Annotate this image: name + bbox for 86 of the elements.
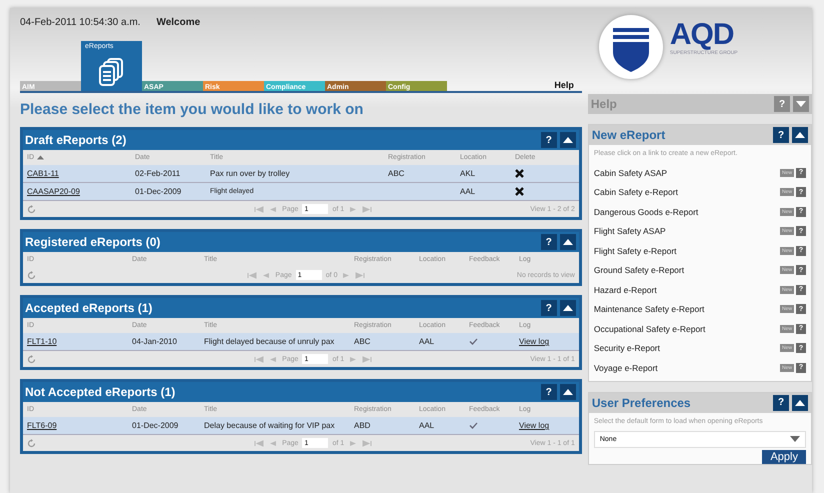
panel-title: New eReport (592, 128, 666, 142)
refresh-icon[interactable] (27, 354, 36, 364)
help-button[interactable]: ? (540, 384, 557, 400)
apply-button[interactable]: Apply (762, 450, 806, 464)
report-id-link[interactable]: CAB1-11 (27, 169, 59, 178)
previous-page-icon[interactable] (261, 272, 272, 278)
panel-title: Registered eReports (0) (25, 235, 160, 249)
collapse-icon[interactable] (560, 384, 576, 400)
view-log-link[interactable]: View log (519, 421, 550, 430)
table-cell: ABD (354, 421, 370, 430)
first-page-icon[interactable] (254, 356, 264, 362)
last-page-icon[interactable] (362, 356, 372, 362)
table-row[interactable]: FLT1-10 04-Jan-2010 Flight delayed because of unruly pax ABC AAL View log (23, 333, 579, 351)
previous-page-icon[interactable] (268, 206, 278, 212)
previous-page-icon[interactable] (268, 356, 278, 362)
first-page-icon[interactable] (254, 440, 264, 446)
last-page-icon[interactable] (355, 272, 366, 278)
table-cell: Delay because of waiting for VIP pax (204, 421, 335, 430)
panel-title: Help (590, 97, 617, 111)
help-button[interactable]: ? (540, 132, 557, 148)
report-type-link[interactable]: Voyage e-Report (594, 362, 780, 373)
next-page-icon[interactable] (348, 440, 358, 446)
table-row[interactable]: CAB1-11 02-Feb-2011 Pax run over by trolley ABC AKL (23, 165, 579, 183)
panel-title: Draft eReports (2) (25, 133, 126, 147)
report-type-link[interactable]: Cabin Safety ASAP (594, 168, 780, 178)
collapse-icon[interactable] (560, 234, 576, 250)
table-cell: AAL (460, 187, 476, 196)
report-type-link[interactable]: Occupational Safety e-Report (594, 324, 780, 334)
table-cell: ABC (388, 169, 404, 178)
help-link[interactable]: Help (554, 80, 574, 91)
report-id-link[interactable]: FLT6-09 (27, 421, 57, 430)
table-cell: 01-Dec-2009 (132, 421, 178, 430)
logo-name: AQD (670, 20, 734, 50)
refresh-icon[interactable] (27, 204, 36, 214)
report-type-link[interactable]: Ground Safety e-Report (594, 265, 780, 276)
table-cell: AAL (419, 337, 434, 346)
delete-icon[interactable] (515, 187, 524, 196)
help-button[interactable]: ? (773, 127, 789, 143)
shield-logo-icon (598, 14, 664, 80)
report-type-link[interactable]: Flight Safety e-Report (594, 246, 780, 256)
help-button[interactable]: ? (774, 96, 790, 112)
table-cell: AKL (460, 169, 476, 178)
report-id-link[interactable]: CAASAP20-09 (27, 187, 80, 196)
view-log-link[interactable]: View log (519, 337, 550, 346)
report-type-link[interactable]: Maintenance Safety e-Report (594, 304, 780, 314)
expand-icon[interactable] (793, 96, 809, 112)
previous-page-icon[interactable] (268, 440, 278, 446)
collapse-icon[interactable] (792, 394, 808, 410)
table-cell: Flight delayed because of unruly pax (204, 337, 334, 346)
table-cell: ABC (354, 337, 370, 346)
collapse-icon[interactable] (792, 127, 808, 143)
welcome-text: Welcome (156, 17, 200, 28)
table-cell: 04-Jan-2010 (132, 337, 177, 346)
table-cell: AAL (419, 421, 434, 430)
report-type-link[interactable]: Flight Safety ASAP (594, 226, 780, 236)
table-cell: Pax run over by trolley (210, 169, 290, 178)
help-button[interactable]: ? (540, 300, 557, 316)
collapse-icon[interactable] (560, 300, 576, 316)
next-page-icon[interactable] (348, 356, 358, 362)
first-page-icon[interactable] (254, 206, 264, 212)
report-type-link[interactable]: Security e-Report (594, 343, 780, 354)
panel-title: Not Accepted eReports (1) (25, 385, 176, 399)
report-type-link[interactable]: Dangerous Goods e-Report (594, 206, 780, 217)
dropdown-arrow-icon (790, 436, 800, 442)
help-button[interactable]: ? (773, 394, 789, 410)
report-type-link[interactable]: Hazard e-Report (594, 284, 780, 295)
table-row[interactable]: FLT6-09 01-Dec-2009 Delay because of waiting for VIP pax ABD AAL View log (23, 417, 579, 435)
panel-title: Accepted eReports (1) (25, 301, 152, 315)
documents-icon (98, 57, 126, 87)
help-button[interactable]: ? (540, 234, 557, 250)
refresh-icon[interactable] (27, 270, 36, 280)
refresh-icon[interactable] (27, 438, 36, 448)
table-cell: 02-Feb-2011 (135, 169, 180, 178)
page-heading: Please select the item you would like to work on (20, 101, 364, 118)
last-page-icon[interactable] (362, 206, 372, 212)
next-page-icon[interactable] (341, 272, 352, 278)
last-page-icon[interactable] (362, 440, 372, 446)
panel-title: User Preferences (592, 396, 691, 410)
first-page-icon[interactable] (247, 272, 258, 278)
collapse-icon[interactable] (560, 132, 576, 148)
delete-icon[interactable] (515, 169, 524, 178)
next-page-icon[interactable] (348, 206, 358, 212)
table-cell: 01-Dec-2009 (135, 187, 182, 196)
report-type-link[interactable]: Cabin Safety e-Report (594, 187, 780, 198)
datetime: 04-Feb-2011 10:54:30 a.m. (20, 17, 140, 28)
report-id-link[interactable]: FLT1-10 (27, 337, 57, 346)
